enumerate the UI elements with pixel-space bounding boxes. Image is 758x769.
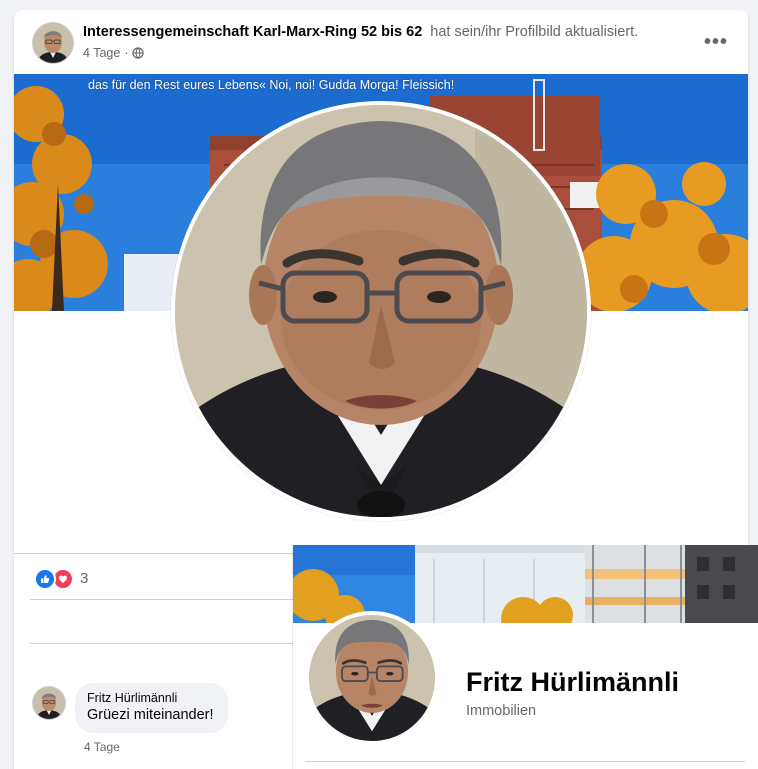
comment-author-avatar[interactable] (32, 686, 66, 720)
heart-glyph (59, 575, 67, 583)
divider (305, 761, 745, 762)
profile-subtitle: Immobilien (466, 703, 537, 719)
reaction-icons[interactable] (34, 568, 74, 590)
post-header: Interessengemeinschaft Karl-Marx-Ring 52… (14, 10, 748, 74)
comment-timestamp[interactable]: 4 Tage (84, 740, 120, 754)
panel-profile-picture[interactable] (305, 611, 439, 745)
comment-bubble: Fritz Hürlimännli Grüezi miteinander! (75, 683, 228, 733)
comment-text: Grüezi miteinander! (87, 707, 214, 723)
globe-icon (132, 47, 145, 59)
comment-avatar-photo (33, 687, 65, 719)
profile-name[interactable]: Fritz Hürlimännli (466, 667, 679, 698)
panel-avatar-photo (309, 615, 435, 741)
post-title-line: Interessengemeinschaft Karl-Marx-Ring 52… (83, 24, 638, 40)
comment-author-name[interactable]: Fritz Hürlimännli (87, 691, 214, 706)
post-timestamp[interactable]: 4 Tage (83, 46, 120, 60)
meta-separator: · (124, 46, 129, 60)
more-options-button[interactable]: ••• (698, 28, 734, 56)
author-name-link[interactable]: Interessengemeinschaft Karl-Marx-Ring 52… (83, 24, 422, 40)
profile-preview-panel: Fritz Hürlimännli Immobilien (293, 545, 758, 769)
profile-portrait (175, 105, 587, 517)
more-icon: ••• (703, 30, 728, 53)
profile-picture-large[interactable] (171, 101, 591, 521)
post-meta: 4 Tage · (83, 46, 145, 60)
thumbs-up-glyph (41, 575, 50, 583)
profile-picture-photo (175, 105, 587, 517)
cover-caption-text: das für den Rest eures Lebens« Noi, noi!… (88, 78, 455, 92)
author-avatar-photo (33, 23, 73, 63)
like-icon (34, 568, 56, 590)
post-action-text: hat sein/ihr Profilbild aktualisiert. (430, 24, 639, 40)
author-avatar[interactable] (32, 22, 74, 64)
reaction-count[interactable]: 3 (80, 570, 88, 587)
panel-portrait (309, 615, 435, 741)
